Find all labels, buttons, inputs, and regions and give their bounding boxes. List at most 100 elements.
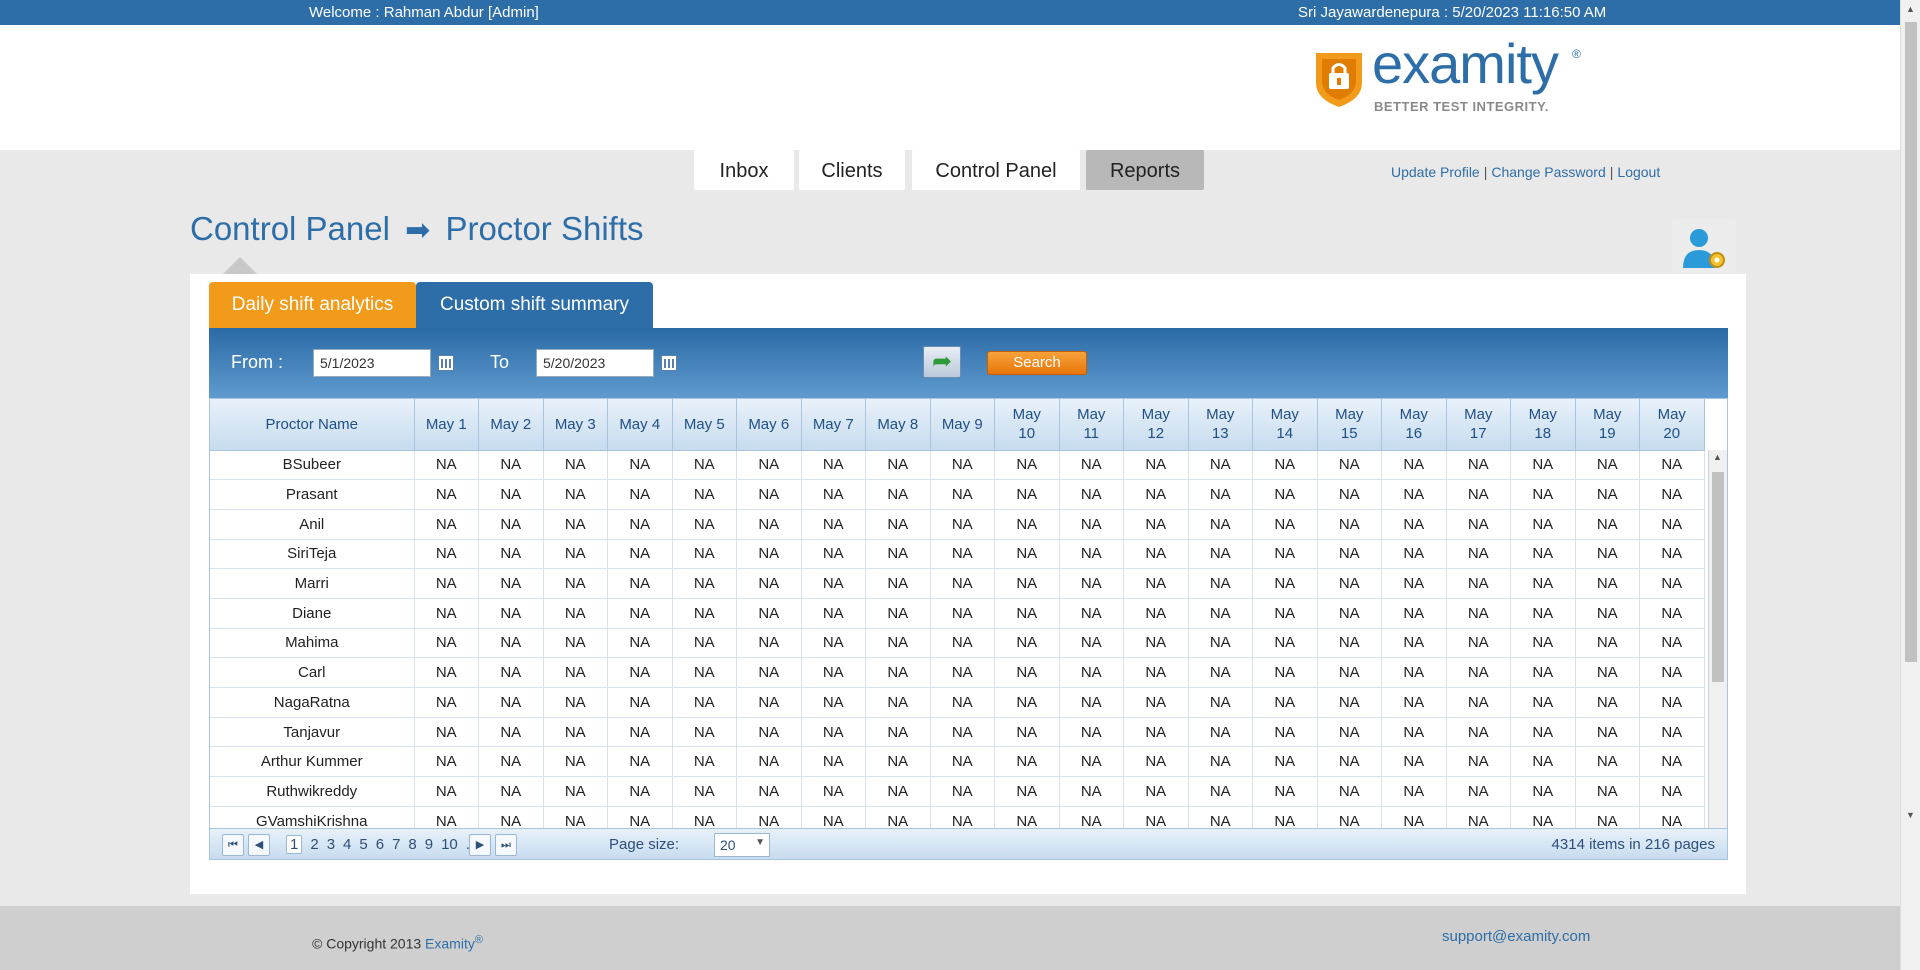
- shift-cell: NA: [1188, 776, 1253, 807]
- shift-cell: NA: [1317, 776, 1382, 807]
- nav-tab-inbox[interactable]: Inbox: [694, 150, 794, 190]
- page-number-link[interactable]: 3: [327, 836, 335, 853]
- page-number-link[interactable]: 9: [425, 836, 433, 853]
- page-number-link[interactable]: 2: [310, 836, 318, 853]
- window-scrollbar[interactable]: ▲ ▼: [1900, 0, 1920, 970]
- column-header-date[interactable]: May 15: [1317, 399, 1382, 451]
- shift-cell: NA: [1252, 717, 1318, 748]
- table-row[interactable]: Prasant NA NA NA NA NA NA NA NA NA NA NA NA NA NA NA NA N…: [210, 479, 1705, 510]
- shift-cell: NA: [672, 598, 737, 629]
- export-icon[interactable]: ➦: [923, 346, 961, 378]
- column-header-date[interactable]: May 19: [1575, 399, 1640, 451]
- shift-cell: NA: [994, 746, 1060, 778]
- grid-scrollbar[interactable]: ▲ ▼: [1708, 450, 1727, 859]
- column-header-date[interactable]: May 1: [414, 399, 479, 451]
- page-number-link[interactable]: 8: [408, 836, 416, 853]
- nav-tab-control-panel[interactable]: Control Panel: [912, 150, 1080, 190]
- page-number-link[interactable]: 4: [343, 836, 351, 853]
- shift-cell: NA: [543, 509, 608, 540]
- shift-cell: NA: [1446, 717, 1511, 748]
- tab-custom-shift-summary[interactable]: Custom shift summary: [416, 282, 653, 328]
- column-header-date[interactable]: May 13: [1188, 399, 1253, 451]
- column-header-date[interactable]: May 3: [543, 399, 608, 451]
- shift-cell: NA: [736, 509, 802, 540]
- shift-cell: NA: [994, 598, 1060, 629]
- table-row[interactable]: Ruthwikreddy NA NA NA NA NA NA NA NA NA NA NA NA NA NA…: [210, 776, 1705, 807]
- tab-daily-shift-analytics[interactable]: Daily shift analytics: [209, 282, 416, 328]
- shift-cell: NA: [865, 657, 931, 688]
- header: examity ® BETTER TEST INTEGRITY.: [0, 25, 1900, 150]
- column-header-date[interactable]: May 16: [1381, 399, 1447, 451]
- column-header-date[interactable]: May 12: [1123, 399, 1189, 451]
- change-password-link[interactable]: Change Password: [1491, 164, 1605, 180]
- page-number-link[interactable]: 1: [286, 835, 303, 854]
- table-row[interactable]: Tanjavur NA NA NA NA NA NA NA NA NA NA NA NA NA NA NA NA…: [210, 717, 1705, 748]
- column-header-date[interactable]: May 9: [930, 399, 995, 451]
- table-row[interactable]: Arthur Kummer NA NA NA NA NA NA NA NA NA NA NA NA NA N…: [210, 746, 1705, 778]
- shift-cell: NA: [930, 450, 995, 481]
- shift-cell: NA: [1575, 539, 1640, 570]
- shift-cell: NA: [607, 717, 673, 748]
- scroll-up-icon[interactable]: ▲: [1906, 4, 1915, 14]
- column-header-date[interactable]: May 7: [801, 399, 866, 451]
- shift-cell: NA: [1123, 598, 1189, 629]
- column-header-date[interactable]: May 2: [478, 399, 544, 451]
- table-row[interactable]: Marri NA NA NA NA NA NA NA NA NA NA NA NA NA NA NA NA NA N…: [210, 568, 1705, 599]
- column-header-proctor-name[interactable]: Proctor Name: [210, 399, 415, 451]
- shift-cell: NA: [994, 568, 1060, 599]
- window-scroll-thumb[interactable]: [1905, 22, 1917, 662]
- shift-cell: NA: [1639, 776, 1705, 807]
- first-page-icon[interactable]: ⏮: [222, 834, 244, 856]
- table-row[interactable]: Mahima NA NA NA NA NA NA NA NA NA NA NA NA NA NA NA NA NA…: [210, 628, 1705, 659]
- column-header-date[interactable]: May 6: [736, 399, 802, 451]
- shift-cell: NA: [865, 598, 931, 629]
- nav-tab-clients[interactable]: Clients: [799, 150, 905, 190]
- scroll-down-icon[interactable]: ▼: [1906, 810, 1915, 820]
- examity-logo[interactable]: examity ® BETTER TEST INTEGRITY.: [1310, 32, 1590, 127]
- from-date-input[interactable]: [313, 349, 431, 377]
- table-row[interactable]: Anil NA NA NA NA NA NA NA NA NA NA NA NA NA NA NA NA NA NA…: [210, 509, 1705, 540]
- shift-cell: NA: [1639, 450, 1705, 481]
- page-number-link[interactable]: 10: [441, 836, 458, 853]
- page-number-link[interactable]: 7: [392, 836, 400, 853]
- calendar-icon[interactable]: [438, 355, 454, 371]
- shift-cell: NA: [1123, 717, 1189, 748]
- page-number-link[interactable]: 5: [359, 836, 367, 853]
- last-page-icon[interactable]: ⏭: [495, 834, 517, 856]
- table-row[interactable]: BSubeer NA NA NA NA NA NA NA NA NA NA NA NA NA NA NA NA N…: [210, 450, 1705, 481]
- column-header-date[interactable]: May 10: [994, 399, 1060, 451]
- grid-scroll-thumb[interactable]: [1712, 472, 1724, 682]
- table-row[interactable]: SiriTeja NA NA NA NA NA NA NA NA NA NA NA NA NA NA NA NA…: [210, 539, 1705, 570]
- column-header-date[interactable]: May 20: [1639, 399, 1705, 451]
- page-size-select[interactable]: 20 ▼: [714, 833, 770, 857]
- table-row[interactable]: Carl NA NA NA NA NA NA NA NA NA NA NA NA NA NA NA NA NA NA…: [210, 657, 1705, 688]
- logout-link[interactable]: Logout: [1617, 164, 1660, 180]
- to-date-input[interactable]: [536, 349, 654, 377]
- shift-cell: NA: [1381, 568, 1447, 599]
- update-profile-link[interactable]: Update Profile: [1391, 164, 1480, 180]
- nav-tab-reports[interactable]: Reports: [1086, 150, 1204, 190]
- column-header-date[interactable]: May 14: [1252, 399, 1318, 451]
- shift-cell: NA: [1123, 746, 1189, 778]
- column-header-date[interactable]: May 8: [865, 399, 931, 451]
- user-settings-button[interactable]: [1672, 219, 1736, 276]
- table-row[interactable]: Diane NA NA NA NA NA NA NA NA NA NA NA NA NA NA NA NA NA N…: [210, 598, 1705, 629]
- column-header-date[interactable]: May 5: [672, 399, 737, 451]
- column-header-date[interactable]: May 11: [1059, 399, 1124, 451]
- shift-cell: NA: [736, 598, 802, 629]
- support-email-link[interactable]: support@examity.com: [1442, 928, 1590, 945]
- shift-cell: NA: [1123, 776, 1189, 807]
- column-header-date[interactable]: May 18: [1510, 399, 1576, 451]
- footer-brand-link[interactable]: Examity: [425, 936, 475, 952]
- shift-cell: NA: [1510, 598, 1576, 629]
- calendar-icon[interactable]: [661, 355, 677, 371]
- scroll-up-icon[interactable]: ▲: [1713, 452, 1722, 462]
- shift-cell: NA: [1317, 687, 1382, 718]
- prev-page-icon[interactable]: ◀: [248, 834, 270, 856]
- table-row[interactable]: NagaRatna NA NA NA NA NA NA NA NA NA NA NA NA NA NA NA N…: [210, 687, 1705, 718]
- search-button[interactable]: Search: [987, 351, 1087, 375]
- next-page-icon[interactable]: ▶: [469, 834, 491, 856]
- column-header-date[interactable]: May 17: [1446, 399, 1511, 451]
- page-number-link[interactable]: 6: [376, 836, 384, 853]
- column-header-date[interactable]: May 4: [607, 399, 673, 451]
